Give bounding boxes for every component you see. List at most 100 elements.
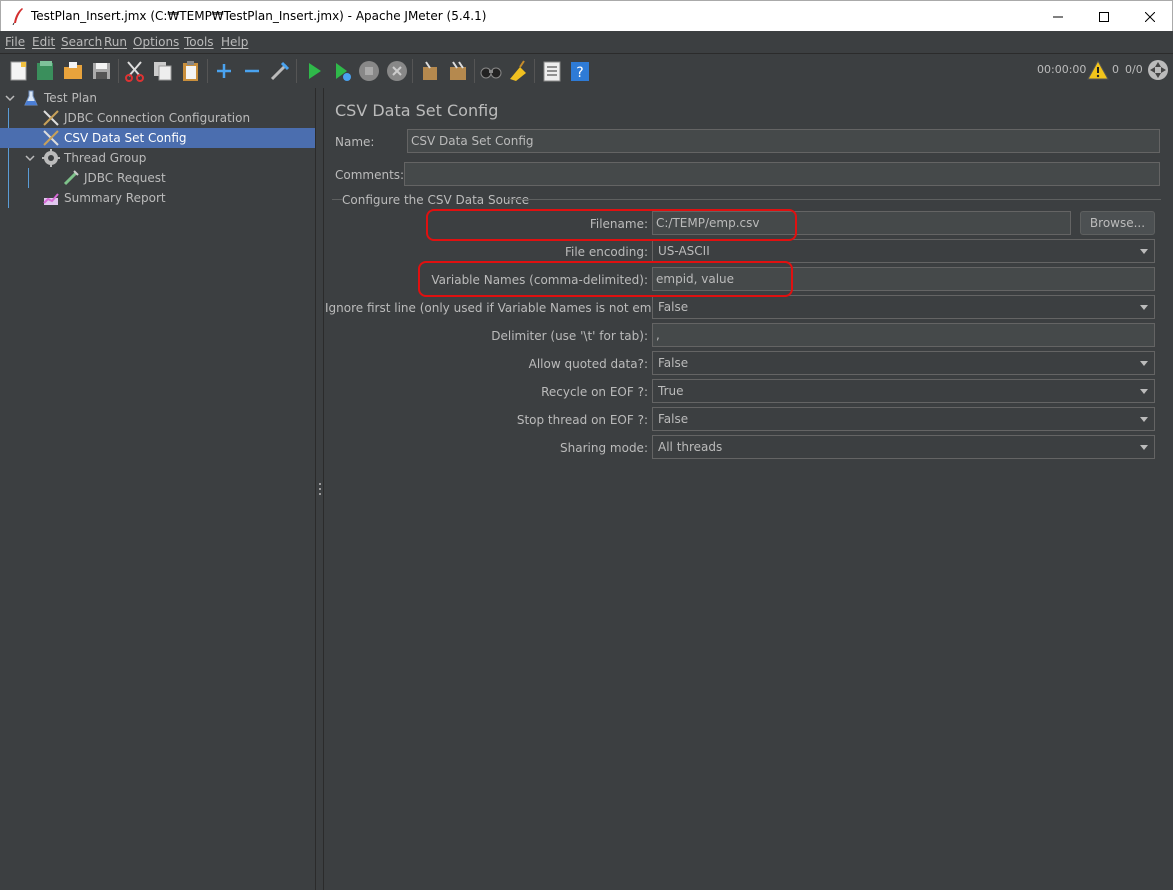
minimize-icon [1053,16,1063,17]
stop-thread-select[interactable]: False [652,407,1155,431]
new-icon[interactable] [7,59,31,83]
menu-bar: File Edit Search Run Options Tools Help [0,31,1173,53]
save-icon[interactable] [90,59,114,83]
reset-search-icon[interactable] [506,59,530,83]
name-field[interactable] [407,129,1160,153]
remote-status-icon[interactable] [1147,59,1169,81]
search-icon[interactable] [479,59,503,83]
clear-all-icon[interactable] [446,59,470,83]
chevron-down-icon[interactable] [24,152,36,164]
paste-icon[interactable] [179,59,203,83]
file-encoding-label: File encoding: [564,245,648,259]
copy-icon[interactable] [151,59,175,83]
split-pane-divider[interactable] [316,88,324,890]
toolbar-separator [296,59,297,83]
sharing-mode-label: Sharing mode: [560,441,648,455]
group-title: Configure the CSV Data Source [342,193,530,207]
shutdown-icon[interactable] [385,59,409,83]
recycle-on-eof-value: True [658,384,684,398]
tree-item-thread-group[interactable]: Thread Group [42,148,316,168]
window-title-bar[interactable]: TestPlan_Insert.jmx (C:₩TEMP₩TestPlan_In… [0,0,1173,31]
drag-handle-icon [319,483,321,495]
tree-item-label: Thread Group [64,151,147,165]
tree-item-test-plan[interactable]: Test Plan [22,88,316,108]
tree-item-csv-data-set-config[interactable]: CSV Data Set Config [0,128,315,148]
toolbar-separator [412,59,413,83]
tree-guide-line [8,108,9,208]
tree-item-jdbc-request[interactable]: JDBC Request [62,168,316,188]
svg-text:?: ? [576,65,583,81]
cut-icon[interactable] [123,59,147,83]
page-title: CSV Data Set Config [335,101,499,120]
templates-icon[interactable] [34,59,58,83]
tree-item-jdbc-connection-configuration[interactable]: JDBC Connection Configuration [42,108,316,128]
help-icon[interactable]: ? [568,59,592,83]
minimize-button[interactable] [1035,1,1081,32]
clear-icon[interactable] [418,59,442,83]
thread-count: 0/0 [1125,63,1143,76]
group-border [506,199,1161,200]
toolbar-separator [118,59,119,83]
test-plan-icon [24,90,38,106]
collapse-icon[interactable] [240,59,264,83]
menu-help[interactable]: Help [221,35,248,49]
toolbar-separator [207,59,208,83]
menu-file[interactable]: File [5,35,25,49]
stop-icon[interactable] [357,59,381,83]
chevron-down-icon [1140,389,1148,394]
chevron-down-icon [1140,445,1148,450]
recycle-on-eof-label: Recycle on EOF ?: [541,385,648,399]
group-border [332,199,342,200]
close-icon [1145,11,1155,22]
maximize-icon [1099,11,1109,22]
file-encoding-value: US-ASCII [658,244,710,258]
menu-run[interactable]: Run [104,35,127,49]
chevron-down-icon[interactable] [4,92,16,104]
window-title: TestPlan_Insert.jmx (C:₩TEMP₩TestPlan_In… [31,9,487,23]
warning-icon[interactable] [1087,60,1109,80]
ignore-first-line-select[interactable]: False [652,295,1155,319]
recycle-on-eof-select[interactable]: True [652,379,1155,403]
menu-options[interactable]: Options [133,35,179,49]
expand-icon[interactable] [212,59,236,83]
allow-quoted-label: Allow quoted data?: [528,357,648,371]
menu-search[interactable]: Search [61,35,102,49]
tree-item-label: Summary Report [64,191,166,205]
jmeter-feather-icon [12,8,23,25]
toggle-icon[interactable] [268,59,292,83]
chevron-down-icon [1140,305,1148,310]
tree-item-summary-report[interactable]: Summary Report [42,188,316,208]
elapsed-time: 00:00:00 [1037,63,1087,76]
tree-guide-line [28,168,29,188]
browse-button[interactable]: Browse... [1080,211,1155,235]
ignore-first-line-value: False [658,300,689,314]
warning-count: 0 [1112,63,1119,76]
test-plan-tree: Test Plan JDBC Connection Configuration … [0,88,316,890]
tree-item-label: JDBC Request [84,171,166,185]
start-no-pauses-icon[interactable] [330,59,354,83]
tree-item-label: Test Plan [44,91,97,105]
allow-quoted-select[interactable]: False [652,351,1155,375]
gear-icon [42,149,60,167]
maximize-button[interactable] [1081,1,1127,32]
allow-quoted-value: False [658,356,689,370]
open-icon[interactable] [62,59,86,83]
config-icon [43,130,59,146]
stop-thread-label: Stop thread on EOF ?: [516,413,648,427]
sharing-mode-select[interactable]: All threads [652,435,1155,459]
ignore-first-line-label: Ignore first line (only used if Variable… [325,301,680,315]
start-icon[interactable] [302,59,326,83]
stop-thread-value: False [658,412,689,426]
close-button[interactable] [1127,1,1173,32]
delimiter-label: Delimiter (use '\t' for tab): [491,329,648,343]
toolbar-separator [474,59,475,83]
menu-edit[interactable]: Edit [32,35,55,49]
comments-field[interactable] [404,162,1160,186]
file-encoding-select[interactable]: US-ASCII [652,239,1155,263]
sharing-mode-value: All threads [658,440,723,454]
comments-label: Comments: [335,168,405,182]
function-helper-icon[interactable] [540,59,564,83]
menu-tools[interactable]: Tools [184,35,214,49]
toolbar: ? 00:00:00 0 0/0 [0,53,1173,87]
delimiter-field[interactable] [652,323,1155,347]
